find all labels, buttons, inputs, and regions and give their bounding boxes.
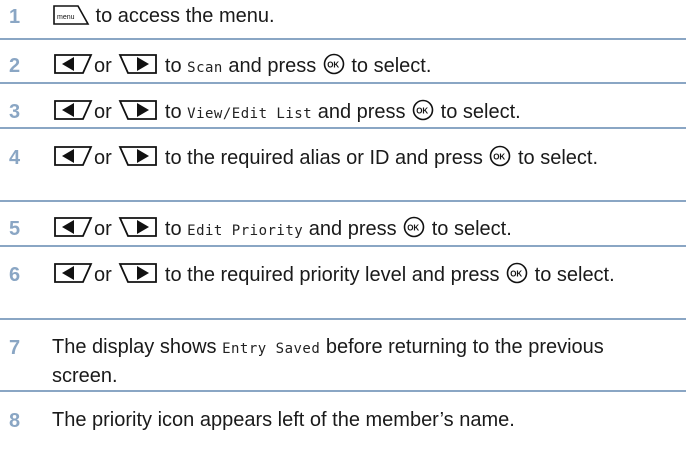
right-arrow-key-icon bbox=[117, 98, 159, 130]
step-number: 7 bbox=[9, 337, 21, 359]
instruction-text: to bbox=[159, 55, 188, 77]
step-number: 6 bbox=[9, 264, 21, 286]
instruction-text: to bbox=[159, 101, 188, 123]
step-6: 6 or to the required priority level and p… bbox=[0, 251, 686, 319]
instruction-text: and press bbox=[303, 218, 403, 240]
step-2: 2 or to Scan and press OK to select. bbox=[0, 44, 686, 84]
svg-text:OK: OK bbox=[327, 61, 339, 70]
instruction-text: to select. bbox=[345, 55, 432, 77]
display-text: View/Edit List bbox=[187, 106, 313, 122]
step-number: 3 bbox=[9, 101, 21, 123]
step-text: or to Scan and press OK to select. bbox=[52, 52, 676, 84]
ok-key-icon: OK bbox=[488, 144, 512, 176]
svg-text:OK: OK bbox=[407, 224, 419, 233]
step-number: 5 bbox=[9, 218, 21, 240]
step-text: The display shows Entry Saved before ret… bbox=[52, 334, 672, 390]
right-arrow-key-icon bbox=[117, 215, 159, 247]
step-text: or to the required priority level and pr… bbox=[52, 261, 672, 293]
instruction-text: or bbox=[94, 101, 118, 123]
ok-key-icon: OK bbox=[505, 261, 529, 293]
instruction-text: The priority icon appears left of the me… bbox=[52, 409, 515, 431]
display-text: Entry Saved bbox=[222, 341, 321, 357]
step-3: 3 or to View/Edit List and press OK to se… bbox=[0, 88, 686, 130]
step-divider bbox=[0, 245, 686, 247]
ok-key-icon: OK bbox=[402, 215, 426, 247]
instruction-text: or bbox=[94, 147, 118, 169]
instruction-text: or bbox=[94, 264, 118, 286]
step-5: 5 or to Edit Priority and press OK to sel… bbox=[0, 206, 686, 246]
step-text: The priority icon appears left of the me… bbox=[52, 407, 676, 434]
step-divider bbox=[0, 318, 686, 320]
ok-key-icon: OK bbox=[322, 52, 346, 84]
step-text: menu to access the menu. bbox=[52, 3, 676, 34]
step-text: or to View/Edit List and press OK to sel… bbox=[52, 98, 676, 130]
left-arrow-key-icon bbox=[52, 52, 94, 84]
step-divider bbox=[0, 200, 686, 202]
instruction-text: to the required alias or ID and press bbox=[159, 147, 489, 169]
step-divider bbox=[0, 390, 686, 392]
step-number: 4 bbox=[9, 147, 21, 169]
step-divider bbox=[0, 127, 686, 129]
svg-text:OK: OK bbox=[494, 153, 506, 162]
right-arrow-key-icon bbox=[117, 144, 159, 176]
step-number: 1 bbox=[9, 6, 21, 28]
display-text: Edit Priority bbox=[187, 223, 304, 239]
instruction-text: or bbox=[94, 55, 118, 77]
step-8: 8 The priority icon appears left of the m… bbox=[0, 397, 686, 437]
instruction-text: to bbox=[159, 218, 188, 240]
menu-key-icon: menu bbox=[52, 4, 90, 34]
instruction-text: to the required priority level and press bbox=[159, 264, 506, 286]
step-text: or to the required alias or ID and press… bbox=[52, 144, 672, 176]
instruction-text: to select. bbox=[512, 147, 599, 169]
instruction-text: and press bbox=[312, 101, 412, 123]
step-number: 2 bbox=[9, 55, 21, 77]
left-arrow-key-icon bbox=[52, 98, 94, 130]
instruction-text: The display shows bbox=[52, 336, 223, 358]
instruction-text: or bbox=[94, 218, 118, 240]
step-number: 8 bbox=[9, 410, 21, 432]
step-text: or to Edit Priority and press OK to sele… bbox=[52, 215, 676, 247]
svg-text:OK: OK bbox=[510, 270, 522, 279]
menu-key-label: menu bbox=[57, 14, 75, 21]
left-arrow-key-icon bbox=[52, 261, 94, 293]
instruction-text: to select. bbox=[426, 218, 512, 240]
instruction-text: to select. bbox=[529, 264, 615, 286]
step-4: 4 or to the required alias or ID and pres… bbox=[0, 134, 686, 202]
right-arrow-key-icon bbox=[117, 261, 159, 293]
right-arrow-key-icon bbox=[117, 52, 159, 84]
step-divider bbox=[0, 38, 686, 40]
ok-key-icon: OK bbox=[411, 98, 435, 130]
instruction-text: and press bbox=[222, 55, 322, 77]
instruction-text: to select. bbox=[435, 101, 521, 123]
left-arrow-key-icon bbox=[52, 144, 94, 176]
step-1: 1 menu to access the menu. bbox=[0, 0, 686, 40]
step-7: 7 The display shows Entry Saved before re… bbox=[0, 324, 686, 392]
step-divider bbox=[0, 82, 686, 84]
instruction-text: to access the menu. bbox=[90, 5, 275, 27]
svg-text:OK: OK bbox=[416, 107, 428, 116]
left-arrow-key-icon bbox=[52, 215, 94, 247]
display-text: Scan bbox=[187, 60, 223, 76]
